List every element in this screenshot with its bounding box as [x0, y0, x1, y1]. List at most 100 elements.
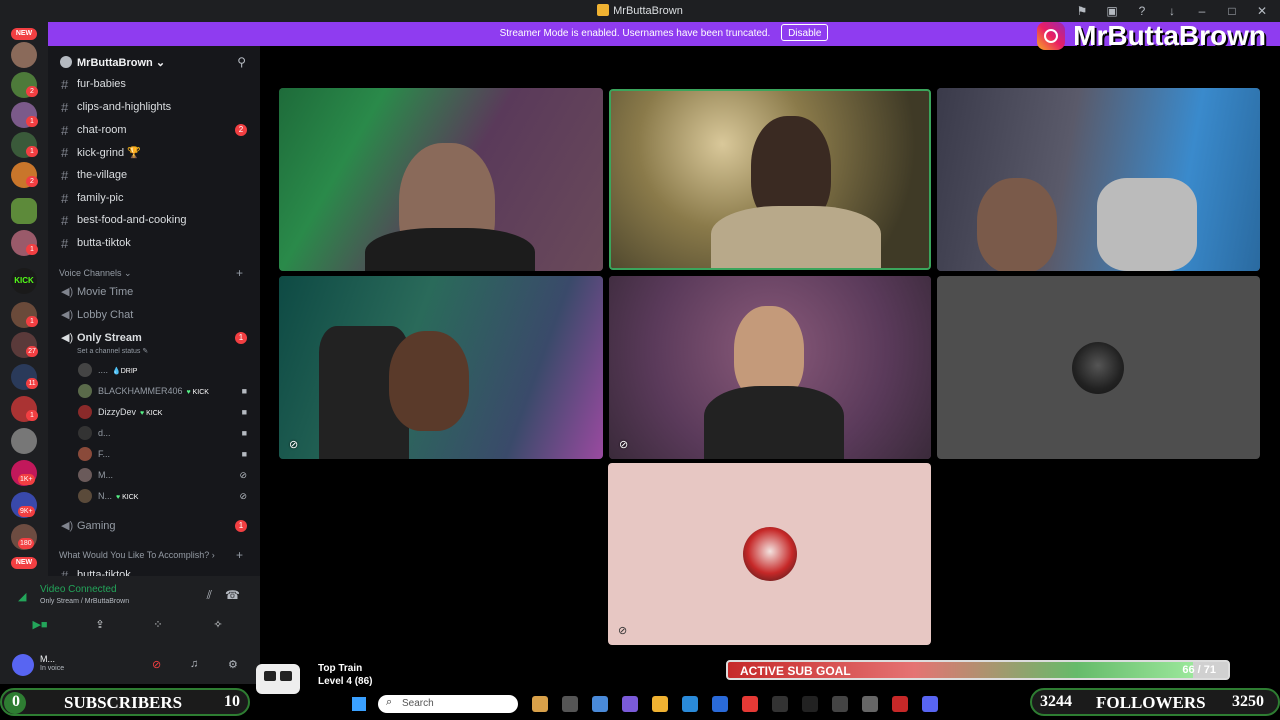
taskbar-app-icon[interactable] [832, 696, 848, 712]
voice-member[interactable]: N... ♥ KICK ⊘ [78, 487, 260, 507]
avatar [78, 447, 92, 461]
folder-icon[interactable] [652, 696, 668, 712]
screen-share-button[interactable]: ⇪ [70, 616, 130, 634]
soundboard-button[interactable]: ✧ [188, 616, 248, 634]
video-tile-participant-6[interactable] [937, 276, 1260, 459]
hash-icon: # [61, 123, 69, 138]
channel-sidebar: MrButtaBrown ⌄ ⚲ # fur-babies # clips-and-… [48, 46, 260, 592]
video-tile-participant-1[interactable] [279, 88, 603, 271]
user-name: M... [40, 654, 55, 664]
heart-icon: ♥ [140, 410, 145, 417]
camera-button[interactable]: ▶■ [10, 616, 70, 634]
search-icon: ⌕ [386, 696, 393, 708]
speaker-icon: ◀) [61, 309, 74, 321]
channel-the-village[interactable]: # the-village [48, 165, 260, 185]
invite-icon[interactable]: ⚲ [237, 55, 246, 69]
category-accomplish[interactable]: What Would You Like To Accomplish? › + [59, 548, 243, 562]
voice-member[interactable]: DizzyDev ♥ KICK ■ [78, 403, 260, 423]
train-level: Level 4 (86) [318, 676, 373, 687]
taskbar: ⌕ Search [340, 692, 940, 716]
add-channel-icon[interactable]: + [236, 548, 243, 562]
discord-icon[interactable] [922, 696, 938, 712]
close-icon[interactable]: ✕ [1254, 3, 1270, 19]
hash-icon: # [61, 145, 69, 160]
window-icon[interactable]: ▣ [1104, 3, 1120, 19]
speaker-active-icon: ◀) [61, 332, 74, 344]
sub-goal-label: ACTIVE SUB GOAL [740, 664, 851, 678]
overlay-handle-name: MrButtaBrown [1073, 20, 1266, 51]
avatar [78, 489, 92, 503]
voice-member[interactable]: F... ■ [78, 445, 260, 465]
voice-channels-category[interactable]: Voice Channels ⌄ + [59, 266, 243, 280]
voice-channel-gaming[interactable]: ◀) Gaming 1 [48, 516, 260, 536]
followers-target: 3250 [1232, 693, 1264, 710]
minimize-icon[interactable]: – [1194, 3, 1210, 19]
taskbar-app-icon[interactable] [592, 696, 608, 712]
voice-member[interactable]: M... ⊘ [78, 466, 260, 486]
voice-connection-channel[interactable]: Only Stream / MrButtaBrown [40, 598, 129, 605]
channel-status-hint[interactable]: Set a channel status ✎ [77, 347, 148, 355]
video-tile-participant-2[interactable] [609, 89, 931, 270]
headset-icon[interactable]: ♫ [190, 658, 198, 670]
server-icon[interactable] [11, 198, 37, 224]
voice-member[interactable]: .... 💧DRIP [78, 361, 260, 381]
youtube-icon[interactable] [742, 696, 758, 712]
download-icon[interactable]: ↓ [1164, 3, 1180, 19]
taskbar-app-icon[interactable] [862, 696, 878, 712]
channel-clips-and-highlights[interactable]: # clips-and-highlights [48, 97, 260, 117]
kick-server-icon[interactable]: KICK [11, 268, 37, 294]
browser-icon[interactable] [682, 696, 698, 712]
channel-kick-grind[interactable]: # kick-grind 🏆 [48, 142, 260, 162]
help-icon[interactable]: ? [1134, 3, 1150, 19]
channel-best-food-and-cooking[interactable]: # best-food-and-cooking [48, 210, 260, 230]
title-bar-icons: ⚑ ▣ ? ↓ – □ ✕ [1074, 3, 1270, 19]
start-icon[interactable] [352, 697, 366, 711]
inbox-icon[interactable]: ⚑ [1074, 3, 1090, 19]
video-tile-participant-7[interactable]: ⊘ [608, 463, 931, 645]
add-channel-icon[interactable]: + [236, 266, 243, 280]
maximize-icon[interactable]: □ [1224, 3, 1240, 19]
channel-fur-babies[interactable]: # fur-babies [48, 74, 260, 94]
mention-badge: 1 [235, 520, 247, 532]
server-icon[interactable] [11, 42, 37, 68]
taskbar-search[interactable]: ⌕ Search [378, 695, 518, 713]
activities-button[interactable]: ⁘ [128, 616, 188, 634]
disable-button[interactable]: Disable [781, 24, 829, 41]
voice-member[interactable]: BLACKHAMMER406 ♥ KICK ■ [78, 382, 260, 402]
active-sub-goal-bar: ACTIVE SUB GOAL 66 / 71 [726, 660, 1230, 680]
overlay-handle: MrButtaBrown [1037, 20, 1266, 52]
taskbar-app-icon[interactable] [772, 696, 788, 712]
channel-chat-room[interactable]: # chat-room 2 [48, 120, 260, 140]
taskbar-app-icon[interactable] [892, 696, 908, 712]
followers-start: 3244 [1040, 693, 1072, 710]
channel-family-pic[interactable]: # family-pic [48, 188, 260, 208]
voice-channel-only-stream[interactable]: ◀) Only Stream 1 [48, 328, 260, 348]
taskbar-app-icon[interactable] [562, 696, 578, 712]
taskbar-app-icon[interactable] [532, 696, 548, 712]
voice-channel-movie-time[interactable]: ◀) Movie Time [48, 282, 260, 302]
tiktok-icon[interactable] [802, 696, 818, 712]
video-tile-participant-5[interactable]: ⊘ [609, 276, 931, 459]
video-icon: ■ [241, 386, 247, 396]
voice-channel-lobby-chat[interactable]: ◀) Lobby Chat [48, 305, 260, 325]
video-tile-participant-4[interactable]: ⊘ [279, 276, 603, 459]
disconnect-icon[interactable]: ☎ [225, 588, 240, 602]
mute-mic-icon[interactable]: ⊘ [152, 658, 161, 671]
muted-mic-icon: ⊘ [239, 470, 247, 480]
taskbar-app-icon[interactable] [622, 696, 638, 712]
server-count: 1 [26, 116, 38, 127]
server-icon[interactable] [11, 428, 37, 454]
channel-butta-tiktok[interactable]: # butta-tiktok [48, 233, 260, 253]
hash-icon: # [61, 100, 69, 115]
settings-gear-icon[interactable]: ⚙ [228, 658, 238, 671]
banner-text: Streamer Mode is enabled. Usernames have… [499, 28, 771, 39]
taskbar-app-icon[interactable] [712, 696, 728, 712]
noise-suppression-icon[interactable]: ⫽ [207, 588, 212, 603]
avatar [78, 426, 92, 440]
server-count: 1 [26, 410, 38, 421]
server-count: 2 [26, 176, 38, 187]
video-tile-participant-3[interactable] [937, 88, 1260, 271]
sub-goal-count: 66 / 71 [1182, 664, 1216, 676]
avatar[interactable] [12, 654, 34, 676]
voice-member[interactable]: d... ■ [78, 424, 260, 444]
